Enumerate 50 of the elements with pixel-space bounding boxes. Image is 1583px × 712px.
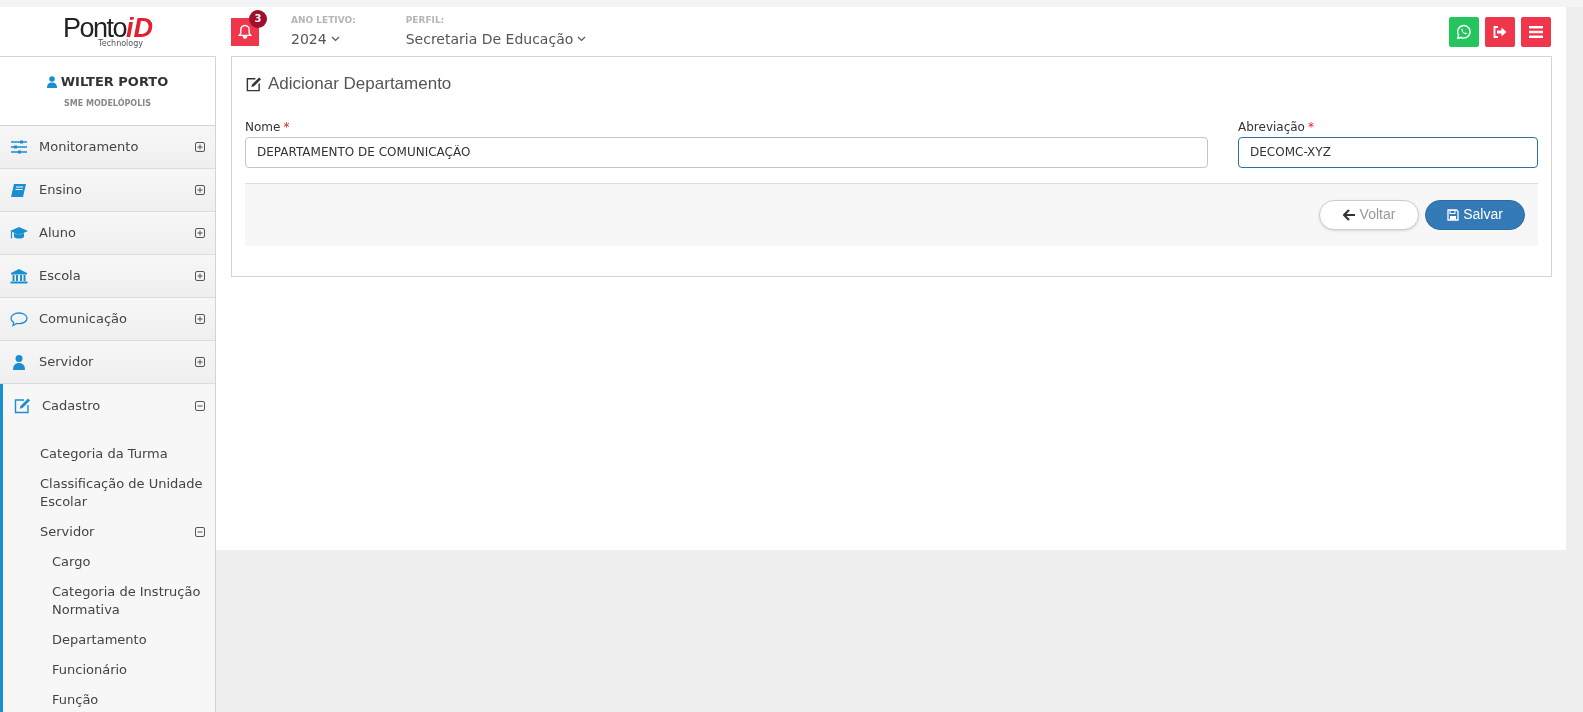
exit-icon: [1492, 24, 1508, 39]
graduation-cap-icon: [10, 224, 28, 242]
submenu-item[interactable]: Função: [3, 685, 215, 712]
save-button[interactable]: Salvar: [1425, 199, 1525, 230]
building-icon: [10, 267, 28, 285]
edit-icon: [13, 397, 31, 414]
submenu-item[interactable]: Categoria da Turma: [3, 439, 215, 469]
submenu-item[interactable]: Classificação de Unidade Escolar: [3, 469, 215, 517]
menu-icon: [1529, 25, 1543, 38]
year-label: ANO LETIVO:: [291, 13, 356, 26]
text-input[interactable]: DEPARTAMENTO DE COMUNICAÇÃO: [245, 136, 1208, 168]
text-input[interactable]: DECOMC-XYZ: [1238, 136, 1538, 168]
menu-button[interactable]: [1521, 16, 1551, 47]
submenu-item[interactable]: Funcionário: [3, 655, 215, 685]
profile-dropdown[interactable]: Secretaria De Educação: [405, 28, 587, 50]
speech-bubble-icon: [10, 310, 28, 328]
profile-label: PERFIL:: [405, 13, 446, 26]
year-dropdown[interactable]: 2024: [291, 28, 356, 50]
required-mark: *: [283, 118, 290, 135]
expand-icon: [195, 185, 205, 195]
chevron-down-icon: [577, 36, 587, 42]
expand-icon: [195, 271, 205, 281]
collapse-icon: [195, 400, 205, 411]
chevron-down-icon: [330, 36, 340, 42]
user-name: WILTER PORTO: [60, 73, 169, 92]
submenu-item[interactable]: Categoria de Instrução Normativa: [3, 577, 215, 625]
expand-icon: [195, 357, 205, 367]
user-icon: [46, 76, 57, 88]
expand-icon: [195, 142, 205, 152]
logout-button[interactable]: [1485, 16, 1515, 47]
submenu-item[interactable]: Servidor: [3, 517, 215, 547]
field-label: Nome: [245, 118, 281, 135]
expand-icon: [195, 228, 205, 238]
field-label: Abreviação: [1238, 118, 1305, 135]
collapse-icon: [195, 527, 205, 537]
book-icon: [10, 181, 28, 199]
whatsapp-button[interactable]: [1449, 16, 1479, 47]
expand-icon: [195, 314, 205, 324]
sliders-icon: [10, 138, 28, 156]
form-title: Adicionar Departamento: [268, 73, 452, 95]
bell-icon: [237, 23, 253, 40]
edit-icon: [245, 75, 262, 92]
notification-count: 3: [249, 9, 267, 28]
user-organization: SME MODELÓPOLIS: [64, 97, 151, 110]
arrow-left-icon: [1342, 208, 1356, 221]
submenu-item[interactable]: Cargo: [3, 547, 215, 577]
submenu-item[interactable]: Departamento: [3, 625, 215, 655]
required-mark: *: [1307, 118, 1314, 135]
chat-bubble-icon: [1456, 23, 1472, 40]
user-icon: [10, 353, 28, 371]
